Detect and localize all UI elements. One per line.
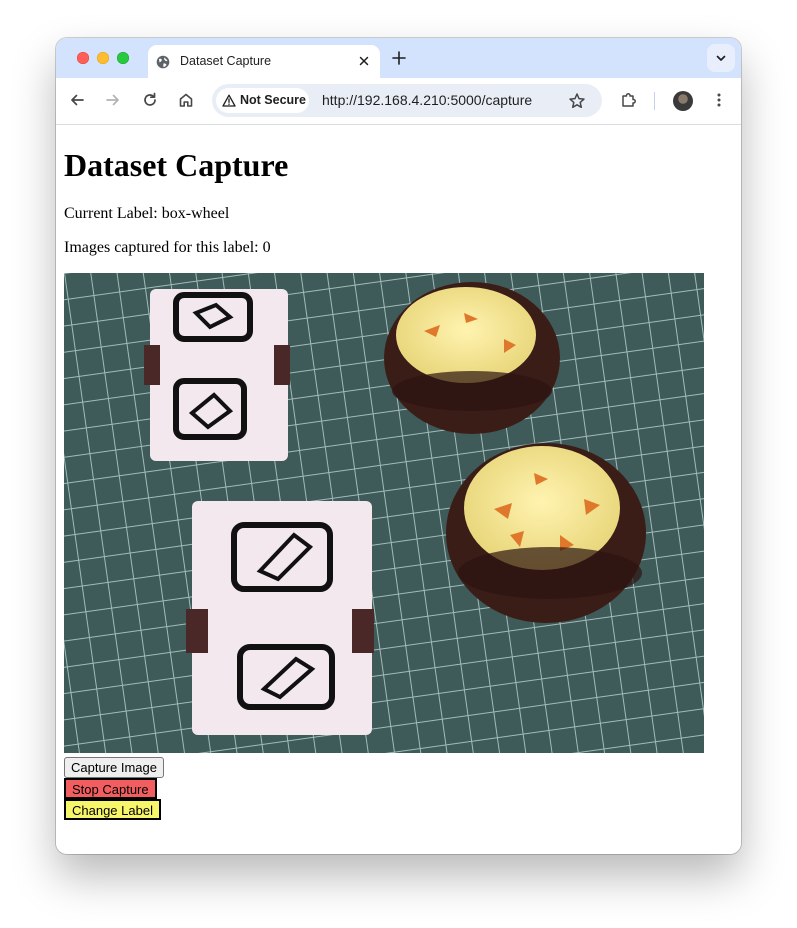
more-menu-icon[interactable]	[710, 91, 728, 109]
wheel-bottom	[446, 443, 646, 623]
browser-window: Dataset Capture Not Secure http://192.16…	[56, 38, 741, 854]
bookmark-star-icon[interactable]	[568, 92, 586, 110]
home-icon[interactable]	[177, 91, 195, 109]
maximize-window-button[interactable]	[117, 52, 129, 64]
wheel-top	[384, 282, 560, 434]
current-label-text: Current Label: box-wheel	[64, 205, 230, 222]
security-chip-label: Not Secure	[240, 93, 306, 107]
tab-dataset-capture[interactable]: Dataset Capture	[148, 45, 380, 79]
camera-feed-image	[64, 273, 704, 753]
chevron-down-icon	[716, 55, 726, 61]
cube-bottom	[186, 501, 374, 735]
address-bar[interactable]: Not Secure http://192.168.4.210:5000/cap…	[212, 84, 602, 117]
page-title: Dataset Capture	[64, 147, 289, 183]
change-label-button[interactable]: Change Label	[64, 799, 161, 820]
toolbar-divider	[654, 92, 655, 110]
tab-search-button[interactable]	[707, 44, 735, 72]
security-chip[interactable]: Not Secure	[216, 88, 309, 113]
new-tab-icon[interactable]	[391, 50, 407, 66]
capture-image-button[interactable]: Capture Image	[64, 757, 164, 778]
warning-triangle-icon	[222, 94, 236, 107]
globe-icon	[156, 55, 170, 69]
profile-avatar[interactable]	[673, 91, 693, 111]
browser-toolbar: Not Secure http://192.168.4.210:5000/cap…	[56, 78, 741, 125]
back-arrow-icon[interactable]	[68, 91, 86, 109]
cube-top	[144, 289, 290, 461]
close-window-button[interactable]	[77, 52, 89, 64]
page-content: Dataset Capture Current Label: box-wheel…	[56, 125, 741, 854]
stop-capture-button[interactable]: Stop Capture	[64, 778, 157, 799]
url-text[interactable]: http://192.168.4.210:5000/capture	[322, 92, 532, 108]
close-tab-icon[interactable]	[356, 53, 372, 69]
minimize-window-button[interactable]	[97, 52, 109, 64]
tab-title: Dataset Capture	[180, 54, 272, 68]
reload-icon[interactable]	[141, 91, 159, 109]
forward-arrow-icon[interactable]	[104, 91, 122, 109]
images-captured-count: Images captured for this label: 0	[64, 239, 271, 256]
tab-strip: Dataset Capture	[56, 38, 741, 79]
camera-frame-image	[64, 273, 704, 753]
extensions-puzzle-icon[interactable]	[620, 91, 638, 109]
